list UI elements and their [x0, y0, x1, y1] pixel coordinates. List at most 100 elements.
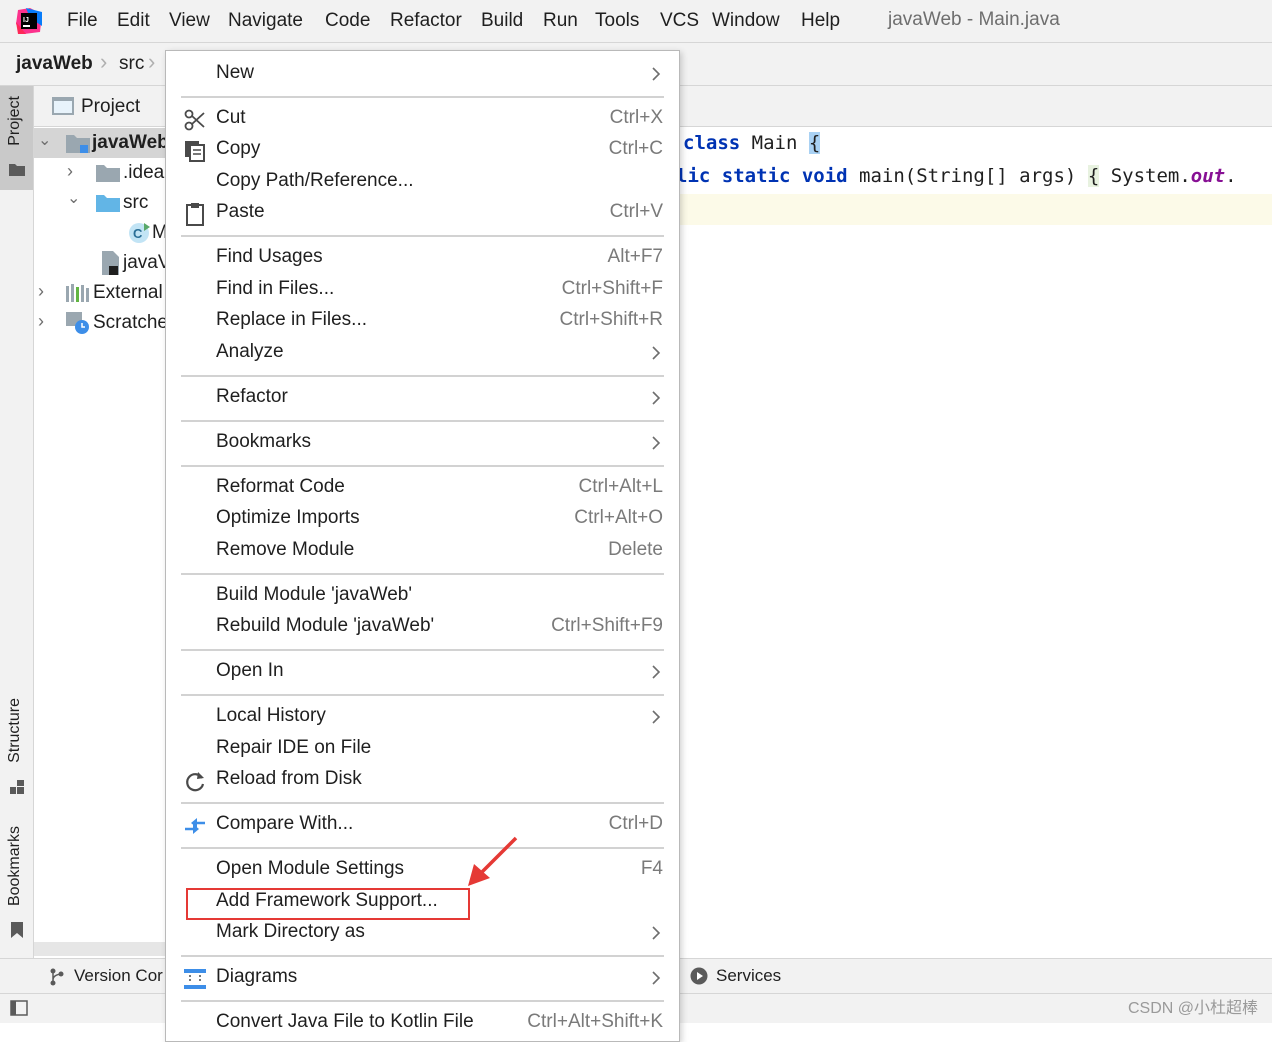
tool-tab-bookmarks-label: Bookmarks — [6, 826, 23, 907]
menu-item-convert-to-kotlin[interactable]: Convert Java File to Kotlin File Ctrl+Al… — [166, 1008, 679, 1039]
chevron-down-icon[interactable]: ⌄ — [67, 188, 80, 208]
code-editor[interactable]: class Main { lic static void main(String… — [678, 127, 1272, 957]
tree-item-scratches[interactable]: › Scratche — [34, 308, 166, 338]
tree-item-label: Scratche — [93, 312, 166, 333]
compare-icon — [185, 818, 205, 834]
menu-navigate[interactable]: Navigate — [228, 10, 303, 32]
menu-item-shortcut: Ctrl+C — [608, 138, 663, 159]
tool-tab-bookmarks[interactable]: Bookmarks — [0, 826, 33, 946]
main-menu-bar: IJ File Edit View Navigate Code Refactor… — [0, 0, 1272, 43]
menu-tools[interactable]: Tools — [595, 10, 639, 32]
menu-separator — [181, 235, 664, 237]
tool-tab-project[interactable]: Project — [0, 86, 33, 190]
chevron-right-icon — [652, 665, 661, 679]
tree-item-iml-file[interactable]: javaV — [34, 248, 166, 278]
chevron-right-icon[interactable]: › — [38, 281, 44, 302]
menu-item-refactor[interactable]: Refactor — [166, 383, 679, 414]
menu-item-compare-with[interactable]: Compare With... Ctrl+D — [166, 810, 679, 841]
folder-icon — [96, 165, 120, 182]
project-horizontal-scrollbar[interactable] — [34, 942, 166, 956]
menu-item-find-usages[interactable]: Find Usages Alt+F7 — [166, 243, 679, 274]
menu-item-shortcut: Ctrl+Alt+Shift+K — [527, 1011, 663, 1032]
menu-separator — [181, 847, 664, 849]
scissors-icon — [184, 109, 205, 131]
menu-item-label: Bookmarks — [216, 431, 312, 452]
menu-item-shortcut: Ctrl+Shift+F9 — [551, 615, 663, 636]
menu-item-optimize-imports[interactable]: Optimize Imports Ctrl+Alt+O — [166, 504, 679, 535]
menu-item-copy-path[interactable]: Copy Path/Reference... — [166, 167, 679, 198]
chevron-right-icon — [652, 971, 661, 985]
menu-item-label: Replace in Files... — [216, 309, 368, 330]
version-control-label: Version Cor — [74, 966, 163, 985]
tool-tab-project-label: Project — [6, 96, 23, 146]
annotation-highlight-box — [186, 888, 470, 920]
project-panel-title[interactable]: Project — [81, 96, 140, 118]
menu-code[interactable]: Code — [325, 10, 370, 32]
bookmark-icon — [11, 922, 23, 938]
refresh-icon — [186, 772, 205, 792]
menu-item-bookmarks[interactable]: Bookmarks — [166, 428, 679, 459]
code-line-2: lic static void main(String[] args) { Sy… — [678, 165, 1237, 187]
services-icon — [690, 967, 708, 985]
menu-item-shortcut: Ctrl+Alt+L — [578, 476, 663, 497]
tree-item-main-class[interactable]: C M — [34, 218, 166, 248]
tree-item-label: javaV — [123, 252, 166, 273]
services-label: Services — [716, 966, 782, 985]
chevron-right-icon[interactable]: › — [67, 161, 73, 182]
chevron-right-icon[interactable]: › — [38, 311, 44, 332]
menu-item-replace-in-files[interactable]: Replace in Files... Ctrl+Shift+R — [166, 306, 679, 337]
menu-item-label: Copy Path/Reference... — [216, 170, 414, 191]
menu-item-local-history[interactable]: Local History — [166, 702, 679, 733]
menu-build[interactable]: Build — [481, 10, 523, 32]
menu-help[interactable]: Help — [801, 10, 840, 32]
project-window-icon — [52, 97, 74, 115]
tree-item-javaweb[interactable]: ⌄ javaWeb — [34, 128, 166, 158]
menu-item-label: Cut — [216, 107, 246, 128]
menu-item-diagrams[interactable]: Diagrams — [166, 963, 679, 994]
menu-edit[interactable]: Edit — [117, 10, 150, 32]
tree-item-src[interactable]: ⌄ src — [34, 188, 166, 218]
menu-item-shortcut: Ctrl+D — [608, 813, 663, 834]
chevron-down-icon[interactable]: ⌄ — [38, 130, 51, 150]
svg-text:C: C — [133, 226, 143, 241]
menu-item-repair-ide[interactable]: Repair IDE on File — [166, 734, 679, 765]
menu-item-open-in[interactable]: Open In — [166, 657, 679, 688]
menu-item-analyze[interactable]: Analyze — [166, 338, 679, 369]
menu-refactor[interactable]: Refactor — [390, 10, 462, 32]
menu-item-label: Analyze — [216, 341, 284, 362]
menu-run[interactable]: Run — [543, 10, 578, 32]
tree-item-idea[interactable]: › .idea — [34, 158, 166, 188]
menu-vcs[interactable]: VCS — [660, 10, 699, 32]
menu-item-open-module-settings[interactable]: Open Module Settings F4 — [166, 855, 679, 886]
annotation-arrow-icon — [468, 836, 518, 886]
menu-item-paste[interactable]: Paste Ctrl+V — [166, 198, 679, 229]
tool-tab-structure[interactable]: Structure — [0, 698, 33, 798]
menu-item-find-in-files[interactable]: Find in Files... Ctrl+Shift+F — [166, 275, 679, 306]
version-control-tab[interactable]: Version Cor — [50, 965, 166, 989]
menu-item-label: New — [216, 62, 255, 83]
window-title: javaWeb - Main.java — [888, 9, 1060, 30]
tree-item-external-libraries[interactable]: › External — [34, 278, 166, 308]
menu-item-new[interactable]: New — [166, 59, 679, 90]
menu-item-rebuild-module[interactable]: Rebuild Module 'javaWeb' Ctrl+Shift+F9 — [166, 612, 679, 643]
menu-item-remove-module[interactable]: Remove Module Delete — [166, 536, 679, 567]
toggle-tool-windows-icon[interactable] — [10, 1000, 28, 1016]
menu-item-shortcut: F4 — [640, 858, 663, 879]
folder-icon — [9, 164, 25, 176]
menu-view[interactable]: View — [169, 10, 210, 32]
chevron-right-icon — [652, 67, 661, 81]
breadcrumb-folder[interactable]: src — [119, 53, 144, 75]
menu-file[interactable]: File — [67, 10, 98, 32]
menu-item-build-module[interactable]: Build Module 'javaWeb' — [166, 581, 679, 612]
code-line-1: class Main { — [683, 132, 821, 154]
menu-window[interactable]: Window — [712, 10, 780, 32]
menu-separator — [181, 649, 664, 651]
menu-item-copy[interactable]: Copy Ctrl+C — [166, 135, 679, 166]
source-folder-icon — [96, 195, 120, 212]
clipboard-icon — [186, 203, 204, 226]
menu-item-cut[interactable]: Cut Ctrl+X — [166, 104, 679, 135]
breadcrumb-project[interactable]: javaWeb — [16, 53, 93, 75]
menu-item-reformat-code[interactable]: Reformat Code Ctrl+Alt+L — [166, 473, 679, 504]
menu-item-reload-from-disk[interactable]: Reload from Disk — [166, 765, 679, 796]
menu-item-mark-directory-as[interactable]: Mark Directory as — [166, 918, 679, 949]
